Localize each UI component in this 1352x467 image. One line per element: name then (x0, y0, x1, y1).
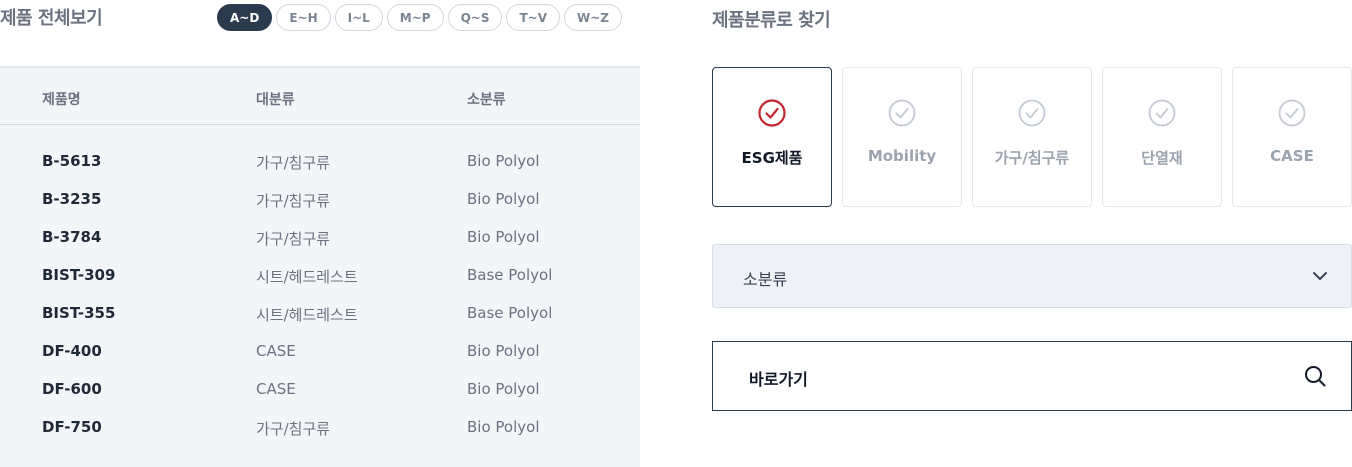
table-body: B-5613 가구/침구류 Bio Polyol B-3235 가구/침구류 Bio Po… (0, 125, 640, 450)
category-search-title: 제품분류로 찾기 (712, 10, 831, 31)
header-product-name: 제품명 (42, 92, 81, 108)
category-card-3[interactable]: 단열재 (1102, 67, 1222, 207)
table-row[interactable]: B-3784 가구/침구류 Bio Polyol (0, 222, 640, 260)
alpha-tab-1[interactable]: E~H (276, 4, 331, 31)
alpha-tab-4[interactable]: Q~S (447, 4, 503, 31)
alphabet-filter-tabs: A~D E~H I~L M~P Q~S T~V W~Z (217, 4, 623, 31)
major-category-cell: 가구/침구류 (256, 230, 331, 248)
category-card-label: CASE (1270, 147, 1314, 165)
product-name-cell: DF-600 (42, 380, 102, 398)
table-row[interactable]: B-3235 가구/침구류 Bio Polyol (0, 184, 640, 222)
minor-category-cell: Bio Polyol (467, 418, 540, 436)
table-row[interactable]: DF-600 CASE Bio Polyol (0, 374, 640, 412)
product-list-title: 제품 전체보기 (0, 8, 103, 29)
alpha-tab-2[interactable]: I~L (334, 4, 383, 31)
check-circle-icon (1018, 99, 1046, 127)
table-row[interactable]: DF-400 CASE Bio Polyol (0, 336, 640, 374)
major-category-cell: 가구/침구류 (256, 192, 331, 210)
table-row[interactable]: BIST-355 시트/헤드레스트 Base Polyol (0, 298, 640, 336)
check-circle-icon (1278, 99, 1306, 127)
minor-category-cell: Bio Polyol (467, 342, 540, 360)
product-table: 제품명 대분류 소분류 B-5613 가구/침구류 Bio Polyol B-3235… (0, 66, 640, 467)
subcategory-select-value: 소분류 (743, 270, 788, 289)
subcategory-select[interactable]: 소분류 (712, 244, 1352, 308)
category-card-0[interactable]: ESG제품 (712, 67, 832, 207)
alpha-tab-3[interactable]: M~P (386, 4, 444, 31)
header-major-category: 대분류 (256, 92, 295, 108)
category-card-1[interactable]: Mobility (842, 67, 962, 207)
major-category-cell: CASE (256, 342, 296, 360)
minor-category-cell: Bio Polyol (467, 228, 540, 246)
goto-button[interactable]: 바로가기 (712, 341, 1352, 411)
goto-label: 바로가기 (749, 370, 808, 389)
minor-category-cell: Base Polyol (467, 304, 553, 322)
category-card-label: 가구/침구류 (994, 149, 1070, 167)
major-category-cell: 가구/침구류 (256, 420, 331, 438)
major-category-cell: 시트/헤드레스트 (256, 306, 358, 324)
check-circle-icon (758, 99, 786, 127)
minor-category-cell: Bio Polyol (467, 152, 540, 170)
alpha-tab-5[interactable]: T~V (506, 4, 561, 31)
product-name-cell: BIST-355 (42, 304, 116, 322)
table-row[interactable]: B-5613 가구/침구류 Bio Polyol (0, 146, 640, 184)
product-name-cell: B-5613 (42, 152, 102, 170)
search-icon[interactable] (1303, 364, 1327, 388)
product-name-cell: B-3235 (42, 190, 102, 208)
minor-category-cell: Base Polyol (467, 266, 553, 284)
table-row[interactable]: DF-750 가구/침구류 Bio Polyol (0, 412, 640, 450)
category-cards: ESG제품 Mobility 가구/침구류 단열재 CASE (712, 67, 1352, 207)
major-category-cell: CASE (256, 380, 296, 398)
category-card-2[interactable]: 가구/침구류 (972, 67, 1092, 207)
minor-category-cell: Bio Polyol (467, 380, 540, 398)
major-category-cell: 시트/헤드레스트 (256, 268, 358, 286)
product-name-cell: BIST-309 (42, 266, 116, 284)
product-name-cell: DF-750 (42, 418, 102, 436)
header-minor-category: 소분류 (467, 92, 506, 108)
alpha-tab-6[interactable]: W~Z (564, 4, 623, 31)
table-row[interactable]: BIST-309 시트/헤드레스트 Base Polyol (0, 260, 640, 298)
category-card-label: 단열재 (1141, 149, 1183, 167)
minor-category-cell: Bio Polyol (467, 190, 540, 208)
alpha-tab-0[interactable]: A~D (217, 4, 273, 31)
table-header: 제품명 대분류 소분류 (0, 68, 640, 125)
check-circle-icon (1148, 99, 1176, 127)
product-name-cell: DF-400 (42, 342, 102, 360)
category-card-label: ESG제품 (741, 149, 803, 167)
category-card-label: Mobility (867, 147, 937, 165)
category-card-4[interactable]: CASE (1232, 67, 1352, 207)
chevron-down-icon (1313, 272, 1327, 280)
product-name-cell: B-3784 (42, 228, 102, 246)
check-circle-icon (888, 99, 916, 127)
major-category-cell: 가구/침구류 (256, 154, 331, 172)
